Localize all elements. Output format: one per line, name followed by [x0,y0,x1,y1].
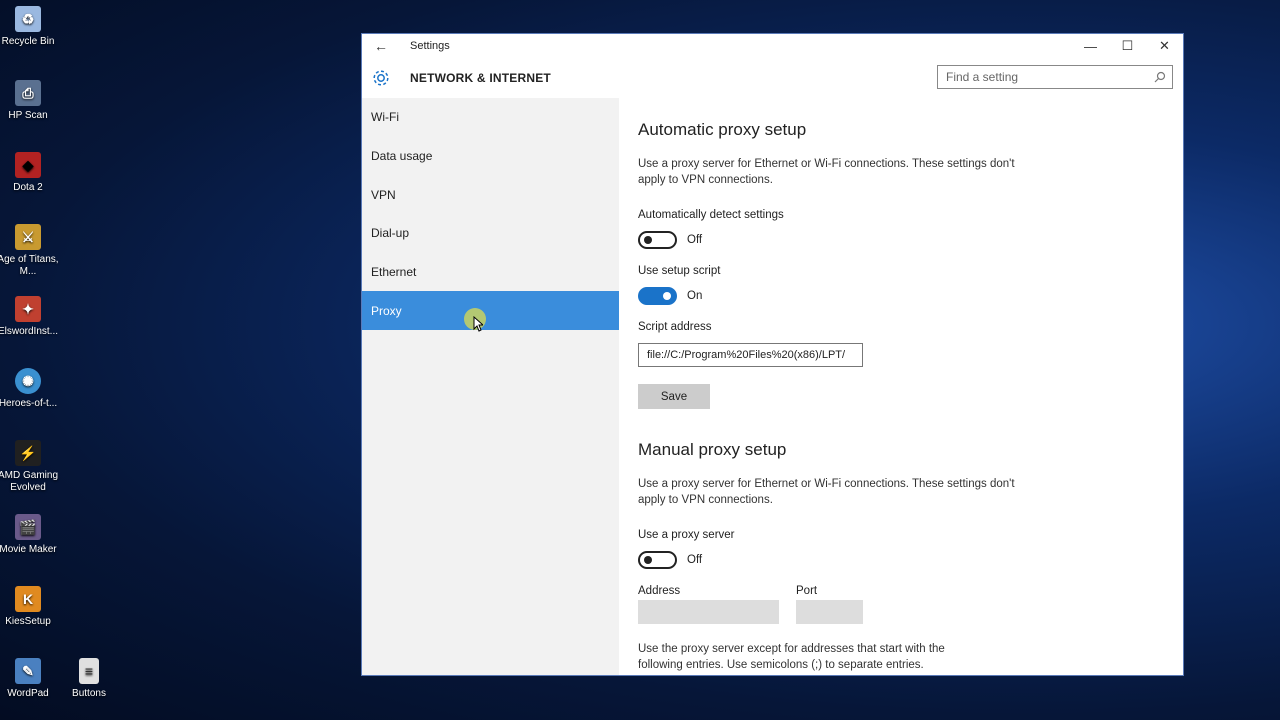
dota2-icon: ◆ [15,152,41,178]
elsword-icon: ✦ [15,296,41,322]
auto-detect-toggle-row: Off [638,231,702,249]
desktop-icon-wordpad[interactable]: ✎ WordPad [0,658,60,700]
use-proxy-state: Off [687,554,703,566]
title-bar: ← Settings — ☐ ✕ [362,34,1183,58]
sidebar-item-dial-up[interactable]: Dial-up [362,214,619,253]
back-arrow-icon: ← [374,38,388,54]
minimize-button[interactable]: — [1072,34,1109,58]
auto-proxy-heading: Automatic proxy setup [638,120,807,139]
auto-detect-toggle[interactable] [638,231,677,249]
heroes-icon: ✺ [15,368,41,394]
setup-script-label: Use setup script [638,265,721,277]
desktop-icon-label: HP Scan [8,110,48,121]
auto-detect-state: Off [687,234,703,246]
file-icon: ≡ [79,658,99,684]
sidebar: Wi-Fi Data usage VPN Dial-up Ethernet Pr… [362,98,619,675]
recycle-bin-icon: ♻ [15,6,41,32]
script-address-input[interactable]: file://C:/Program%20Files%20(x86)/LPT/ [638,343,863,367]
use-proxy-toggle[interactable] [638,551,677,569]
proxy-port-label: Port [796,585,818,597]
desktop-icon-label: AMD Gaming Evolved [0,470,58,493]
amd-gaming-icon: ⚡ [15,440,41,466]
close-button[interactable]: ✕ [1146,34,1183,58]
use-proxy-toggle-row: Off [638,551,702,569]
proxy-exceptions-description: Use the proxy server except for addresse… [638,643,945,671]
desktop-icon-label: Movie Maker [0,544,57,555]
manual-proxy-heading: Manual proxy setup [638,440,787,459]
search-placeholder: Find a setting [946,70,1019,84]
proxy-address-label: Address [638,585,681,597]
sidebar-item-label: Data usage [371,149,433,164]
desktop-icon-movie-maker[interactable]: 🎬 Movie Maker [0,514,60,556]
mouse-cursor-icon [473,316,483,332]
minimize-icon: — [1084,38,1097,54]
maximize-button[interactable]: ☐ [1109,34,1146,58]
close-icon: ✕ [1159,38,1170,53]
auto-detect-label: Automatically detect settings [638,209,784,221]
save-button[interactable]: Save [638,384,710,409]
sidebar-item-label: Proxy [371,303,402,318]
sidebar-item-wifi[interactable]: Wi-Fi [362,98,619,137]
maximize-icon: ☐ [1121,38,1134,53]
manual-proxy-description: Use a proxy server for Ethernet or Wi-Fi… [638,478,1015,506]
age-of-titans-icon: ⚔ [15,224,41,250]
proxy-port-input[interactable] [796,600,863,624]
use-proxy-label: Use a proxy server [638,529,735,541]
script-address-label: Script address [638,321,712,333]
settings-window: ← Settings — ☐ ✕ NETWORK & INTERNET Find… [361,33,1184,676]
desktop-icon-buttons[interactable]: ≡ Buttons [57,658,121,700]
desktop-icon-amd-gaming[interactable]: ⚡ AMD Gaming Evolved [0,440,60,494]
proxy-settings-panel: Automatic proxy setup Use a proxy server… [619,98,1183,675]
desktop-icon-elsword[interactable]: ✦ ElswordInst... [0,296,60,338]
desktop-icon-label: Heroes-of-t... [0,398,58,409]
sidebar-item-ethernet[interactable]: Ethernet [362,253,619,292]
search-input[interactable]: Find a setting [937,65,1173,89]
desktop-icon-label: Buttons [72,688,106,699]
desktop-icon-heroes[interactable]: ✺ Heroes-of-t... [0,368,60,410]
desktop-icon-label: ElswordInst... [0,326,59,337]
desktop-icon-label: Age of Titans, M... [0,254,59,277]
back-button[interactable]: ← [362,34,400,58]
search-icon [1154,71,1166,83]
window-title: Settings [410,40,450,52]
desktop-icon-recycle-bin[interactable]: ♻ Recycle Bin [0,6,60,48]
proxy-address-input[interactable] [638,600,779,624]
wordpad-icon: ✎ [15,658,41,684]
sidebar-item-proxy[interactable]: Proxy [362,291,619,331]
sidebar-item-label: VPN [371,187,396,202]
desktop-icon-kies[interactable]: K KiesSetup [0,586,60,628]
auto-proxy-description: Use a proxy server for Ethernet or Wi-Fi… [638,158,1015,186]
kies-icon: K [15,586,41,612]
section-title: NETWORK & INTERNET [410,71,551,85]
gear-icon [370,67,392,89]
desktop-icon-label: Dota 2 [13,182,43,193]
window-controls: — ☐ ✕ [1072,34,1183,58]
desktop-icon-dota2[interactable]: ◆ Dota 2 [0,152,60,194]
hp-scan-icon: ⎙ [15,80,41,106]
sidebar-item-label: Ethernet [371,265,417,280]
movie-maker-icon: 🎬 [15,514,41,540]
sidebar-item-data-usage[interactable]: Data usage [362,137,619,176]
setup-script-state: On [687,290,703,302]
desktop-icon-label: KiesSetup [5,616,51,627]
desktop-icon-hp-scan[interactable]: ⎙ HP Scan [0,80,60,122]
settings-header: NETWORK & INTERNET Find a setting [362,58,1183,98]
sidebar-item-vpn[interactable]: VPN [362,175,619,214]
desktop-icon-label: Recycle Bin [1,36,55,47]
setup-script-toggle-row: On [638,287,702,305]
desktop-icon-label: WordPad [7,688,49,699]
desktop-icon-age-of-titans[interactable]: ⚔ Age of Titans, M... [0,224,60,278]
setup-script-toggle[interactable] [638,287,677,305]
sidebar-item-label: Dial-up [371,226,410,241]
sidebar-item-label: Wi-Fi [371,110,399,125]
